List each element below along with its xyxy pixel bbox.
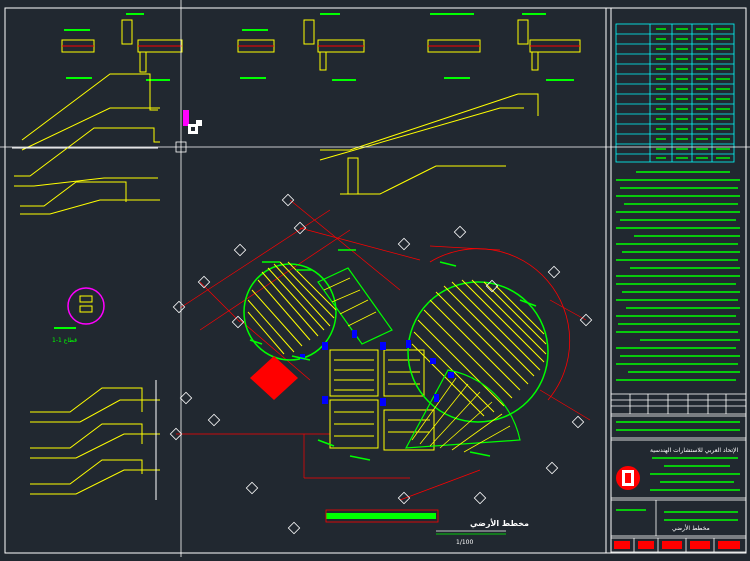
section-marker: قطاع 1-1 (52, 287, 105, 344)
detail-sections-top (61, 19, 581, 73)
schedule-table (615, 23, 735, 163)
section-label: قطاع 1-1 (52, 337, 77, 344)
company-logo-icon (616, 466, 640, 490)
stair-section-left-lower (30, 380, 160, 500)
selection-grips[interactable] (183, 110, 202, 134)
stair-section-right (319, 93, 539, 195)
title-block-stamps (614, 541, 740, 549)
left-bay-joists (247, 261, 337, 355)
cad-drawing-viewport[interactable]: قطاع 1-1 مخطط الأرضي 1/100 الإتحاد العرب… (0, 0, 750, 557)
general-notes (616, 171, 740, 381)
columns (300, 330, 454, 406)
schedule-table-entries (656, 28, 730, 159)
stair-void-highlight (250, 356, 298, 400)
sheet-title: مخطط الأرضي (672, 524, 710, 532)
stair-section-left-upper (12, 73, 160, 215)
plan-title: مخطط الأرضي (470, 518, 529, 528)
plan-scale: 1/100 (456, 539, 473, 546)
model-space[interactable]: قطاع 1-1 مخطط الأرضي 1/100 الإتحاد العرب… (0, 0, 750, 557)
grid-bubbles (169, 193, 593, 535)
fan-hall-joists (411, 377, 511, 453)
company-name: الإتحاد العربي للاستشارات الهندسية (650, 447, 738, 454)
floor-plan[interactable]: مخطط الأرضي 1/100 (169, 193, 593, 546)
